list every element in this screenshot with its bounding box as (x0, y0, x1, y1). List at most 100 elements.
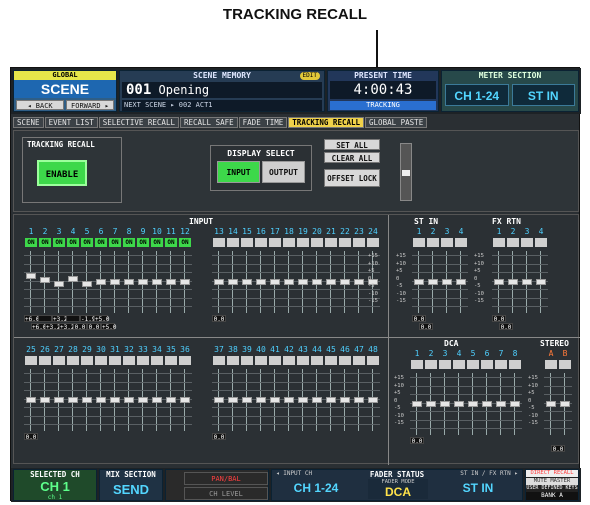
track-button[interactable]: ON (39, 238, 51, 247)
track-button[interactable]: ON (123, 238, 135, 247)
fader-knob[interactable] (298, 397, 308, 403)
fader-knob[interactable] (284, 279, 294, 285)
track-button[interactable] (353, 238, 365, 247)
track-button[interactable] (493, 238, 505, 247)
track-button[interactable] (367, 356, 379, 365)
track-button[interactable] (151, 356, 163, 365)
track-button[interactable] (439, 360, 451, 369)
fader-knob[interactable] (256, 279, 266, 285)
track-button[interactable] (241, 356, 253, 365)
meter-stin-button[interactable]: ST IN (511, 84, 575, 106)
fader-knob[interactable] (40, 277, 50, 283)
fader-knob[interactable] (284, 397, 294, 403)
fader-knob[interactable] (312, 397, 322, 403)
track-button[interactable] (559, 360, 571, 369)
fader-knob[interactable] (354, 279, 364, 285)
track-button[interactable] (509, 360, 521, 369)
track-button[interactable] (297, 238, 309, 247)
track-button[interactable] (507, 238, 519, 247)
fader-knob[interactable] (412, 401, 422, 407)
fader-knob[interactable] (482, 401, 492, 407)
track-button[interactable] (545, 360, 557, 369)
track-button[interactable] (227, 238, 239, 247)
fader-knob[interactable] (68, 276, 78, 282)
track-button[interactable]: ON (95, 238, 107, 247)
fader-knob[interactable] (110, 397, 120, 403)
fader-knob[interactable] (96, 397, 106, 403)
track-button[interactable]: ON (81, 238, 93, 247)
enable-button[interactable]: ENABLE (37, 160, 87, 186)
fader-knob[interactable] (546, 401, 556, 407)
meter-ch-button[interactable]: CH 1-24 (445, 84, 509, 106)
track-button[interactable] (353, 356, 365, 365)
track-button[interactable] (467, 360, 479, 369)
fader-knob[interactable] (468, 401, 478, 407)
output-button[interactable]: OUTPUT (262, 161, 305, 183)
direct-recall-button[interactable]: DIRECT RECALL (526, 470, 578, 477)
tab-tracking-recall[interactable]: TRACKING RECALL (288, 117, 365, 128)
track-button[interactable] (39, 356, 51, 365)
fader-knob[interactable] (340, 279, 350, 285)
track-button[interactable] (241, 238, 253, 247)
fader-knob[interactable] (166, 397, 176, 403)
fader-knob[interactable] (326, 279, 336, 285)
track-button[interactable] (339, 356, 351, 365)
track-button[interactable] (455, 238, 467, 247)
fader-knob[interactable] (138, 279, 148, 285)
track-button[interactable] (283, 356, 295, 365)
fader-knob[interactable] (510, 401, 520, 407)
input-ch-value[interactable]: CH 1-24 (276, 481, 356, 495)
track-button[interactable] (255, 356, 267, 365)
track-button[interactable] (425, 360, 437, 369)
fader-knob[interactable] (326, 397, 336, 403)
track-button[interactable] (311, 356, 323, 365)
mute-master-button[interactable]: MUTE MASTER (526, 478, 578, 485)
fader-knob[interactable] (138, 397, 148, 403)
fader-knob[interactable] (270, 397, 280, 403)
fader-knob[interactable] (214, 279, 224, 285)
back-button[interactable]: ◂ BACK (16, 100, 64, 110)
offset-fader-knob[interactable] (402, 170, 410, 176)
forward-button[interactable]: FORWARD ▸ (66, 100, 114, 110)
track-button[interactable]: ON (109, 238, 121, 247)
fader-knob[interactable] (180, 279, 190, 285)
track-button[interactable] (213, 238, 225, 247)
fader-knob[interactable] (242, 279, 252, 285)
fader-knob[interactable] (494, 279, 504, 285)
fader-knob[interactable] (522, 279, 532, 285)
track-button[interactable]: ON (151, 238, 163, 247)
fader-knob[interactable] (536, 279, 546, 285)
fader-knob[interactable] (180, 397, 190, 403)
track-button[interactable] (521, 238, 533, 247)
tab-selective-recall[interactable]: SELECTIVE RECALL (98, 117, 179, 128)
fader-knob[interactable] (426, 401, 436, 407)
fader-knob[interactable] (454, 401, 464, 407)
track-button[interactable] (495, 360, 507, 369)
fader-knob[interactable] (152, 279, 162, 285)
fader-knob[interactable] (442, 279, 452, 285)
pan-bal-button[interactable]: PAN/BAL (184, 472, 268, 485)
fader-knob[interactable] (508, 279, 518, 285)
track-button[interactable] (109, 356, 121, 365)
track-button[interactable] (95, 356, 107, 365)
fader-mode-box[interactable]: FADER MODE DCA (368, 479, 428, 499)
track-button[interactable] (283, 238, 295, 247)
track-button[interactable] (81, 356, 93, 365)
fader-knob[interactable] (228, 279, 238, 285)
track-button[interactable] (427, 238, 439, 247)
track-button[interactable] (269, 238, 281, 247)
track-button[interactable] (297, 356, 309, 365)
track-button[interactable] (213, 356, 225, 365)
fader-knob[interactable] (440, 401, 450, 407)
fader-knob[interactable] (124, 397, 134, 403)
fader-knob[interactable] (54, 397, 64, 403)
fader-knob[interactable] (166, 279, 176, 285)
track-button[interactable] (255, 238, 267, 247)
track-button[interactable] (413, 238, 425, 247)
selected-ch-block[interactable]: SELECTED CH CH 1 ch 1 (13, 469, 97, 501)
fader-knob[interactable] (124, 279, 134, 285)
track-button[interactable] (535, 238, 547, 247)
track-button[interactable] (481, 360, 493, 369)
tab-scene[interactable]: SCENE (13, 117, 44, 128)
fader-knob[interactable] (152, 397, 162, 403)
